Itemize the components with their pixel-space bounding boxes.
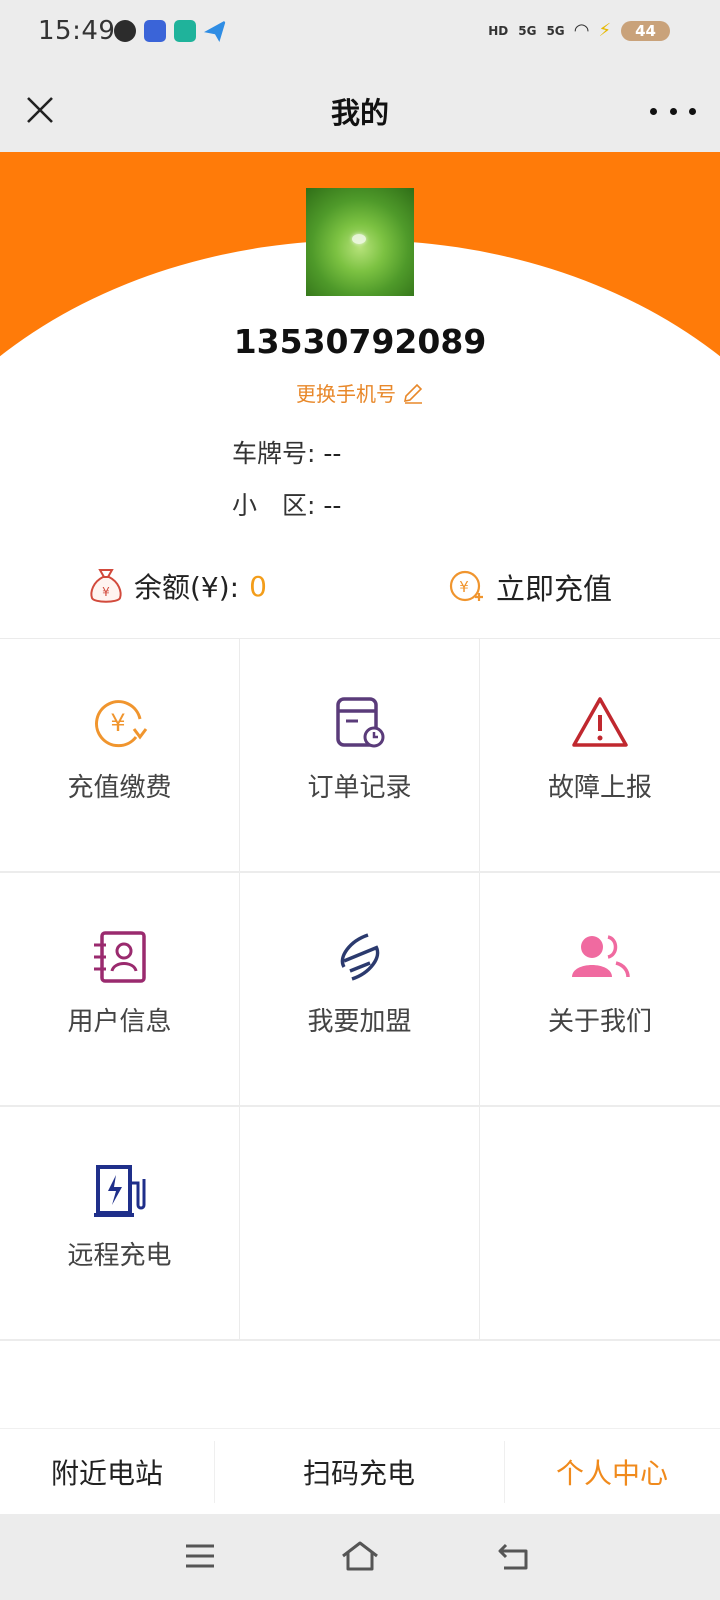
charging-bolt-icon: ⚡ <box>598 20 612 41</box>
join-icon <box>340 933 379 981</box>
menu-item-user-info[interactable]: 用户信息 <box>0 873 240 1107</box>
tab-nearby-stations[interactable]: 附近电站 <box>0 1429 214 1515</box>
menu-item-empty <box>480 1107 720 1341</box>
avatar-droplet <box>352 234 366 244</box>
menu-item-empty <box>240 1107 480 1341</box>
svg-text:¥: ¥ <box>102 585 110 599</box>
balance-row: ¥ 余额(¥): 0 ¥ 立即充值 <box>0 550 720 640</box>
back-icon <box>498 1543 528 1570</box>
menu-item-label: 远程充电 <box>67 1241 172 1271</box>
recharge-now-button[interactable]: ¥ 立即充值 <box>448 566 612 608</box>
balance: ¥ 余额(¥): 0 <box>88 566 267 606</box>
menu-item-about-us[interactable]: 关于我们 <box>480 873 720 1107</box>
wechat-icon <box>114 20 136 42</box>
tab-personal-center[interactable]: 个人中心 <box>504 1429 720 1515</box>
bottom-tab-bar: 附近电站 扫码充电 个人中心 <box>0 1428 720 1514</box>
yen-refresh-icon: ¥ <box>94 700 147 748</box>
signal-icon-2: 5G <box>546 23 565 38</box>
system-icons: HD 5G 5G ◠ ⚡ 44 <box>488 20 670 41</box>
menu-grid: ¥ 充值缴费 订单记录 故障上报 用户信息 我要加盟 关于我们 远程充电 <box>0 638 720 1342</box>
title-bar: 我的 <box>0 66 720 152</box>
avatar[interactable] <box>306 188 414 296</box>
send-icon <box>204 20 226 42</box>
menu-item-label: 订单记录 <box>307 773 412 803</box>
balance-label: 余额(¥): <box>134 571 240 604</box>
balance-value: 0 <box>249 569 267 603</box>
status-time: 15:49 <box>38 16 116 46</box>
menu-item-recharge[interactable]: ¥ 充值缴费 <box>0 639 240 873</box>
edit-pencil-icon <box>403 383 423 404</box>
plate-row: 车牌号: -- <box>232 434 341 470</box>
order-record-icon <box>335 697 384 748</box>
home-button[interactable] <box>338 1536 382 1576</box>
signal-icon-1: 5G <box>518 23 537 38</box>
money-bag-icon: ¥ <box>90 569 122 603</box>
more-dot <box>669 107 677 115</box>
charging-station-icon <box>93 1165 145 1217</box>
menu-item-label: 我要加盟 <box>307 1007 412 1037</box>
menu-item-remote-charging[interactable]: 远程充电 <box>0 1107 240 1341</box>
menu-item-label: 关于我们 <box>547 1007 652 1037</box>
battery-level: 44 <box>621 20 670 41</box>
wifi-icon: ◠ <box>574 20 589 41</box>
menu-item-label: 用户信息 <box>67 1007 172 1037</box>
page-title: 我的 <box>330 96 389 130</box>
system-nav-bar <box>0 1514 720 1600</box>
menu-button[interactable] <box>178 1536 222 1576</box>
menu-item-fault-report[interactable]: 故障上报 <box>480 639 720 873</box>
community-value: -- <box>323 491 342 520</box>
community-label: 小 区: <box>232 491 316 520</box>
menu-item-label: 充值缴费 <box>67 773 172 803</box>
svg-text:¥: ¥ <box>110 709 125 737</box>
more-dot <box>650 107 657 115</box>
back-button[interactable] <box>492 1536 536 1576</box>
plate-label: 车牌号: <box>232 439 316 468</box>
community-row: 小 区: -- <box>232 486 341 522</box>
users-icon <box>572 935 630 978</box>
hd-icon: HD <box>488 23 509 38</box>
baidu-icon <box>144 20 166 42</box>
home-icon <box>342 1541 378 1571</box>
menu-item-orders[interactable]: 订单记录 <box>240 639 480 873</box>
yen-coin-add-icon: ¥ <box>449 570 483 602</box>
phone-number: 13530792089 <box>233 322 487 361</box>
warning-icon <box>572 697 628 747</box>
notification-icons <box>114 20 226 42</box>
menu-item-join[interactable]: 我要加盟 <box>240 873 480 1107</box>
more-dot <box>689 107 696 115</box>
status-bar: 15:49 HD 5G 5G ◠ ⚡ 44 <box>0 0 720 66</box>
recharge-label: 立即充值 <box>496 572 613 606</box>
menu-lines-icon <box>186 1544 214 1568</box>
change-phone-link[interactable]: 更换手机号 <box>0 378 720 407</box>
boss-icon <box>174 20 196 42</box>
change-phone-label: 更换手机号 <box>296 382 396 406</box>
svg-text:¥: ¥ <box>459 578 469 596</box>
tab-scan-charge[interactable]: 扫码充电 <box>214 1429 504 1515</box>
plate-value: -- <box>323 439 342 468</box>
more-button[interactable] <box>650 96 696 126</box>
user-card-icon <box>93 931 146 983</box>
menu-item-label: 故障上报 <box>547 773 652 803</box>
